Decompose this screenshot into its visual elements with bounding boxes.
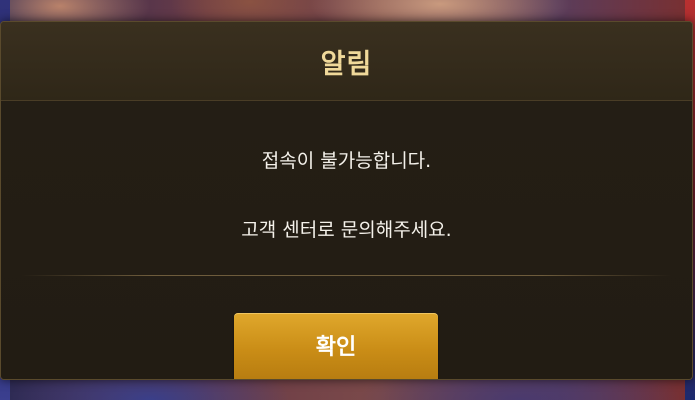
message-line-contact-support: 고객 센터로 문의해주세요. [241,219,452,241]
dialog-divider [21,275,672,276]
confirm-button[interactable]: 확인 [234,313,438,379]
dialog-header: 알림 [1,22,692,101]
game-screen: 알림 접속이 불가능합니다. 고객 센터로 문의해주세요. 확인 [0,0,695,400]
message-line-connection-unavailable: 접속이 불가능합니다. [261,150,432,172]
dialog-body: 접속이 불가능합니다. 고객 센터로 문의해주세요. 확인 [1,101,692,379]
dialog-title: 알림 [320,49,373,80]
notice-dialog: 알림 접속이 불가능합니다. 고객 센터로 문의해주세요. 확인 [0,21,693,380]
